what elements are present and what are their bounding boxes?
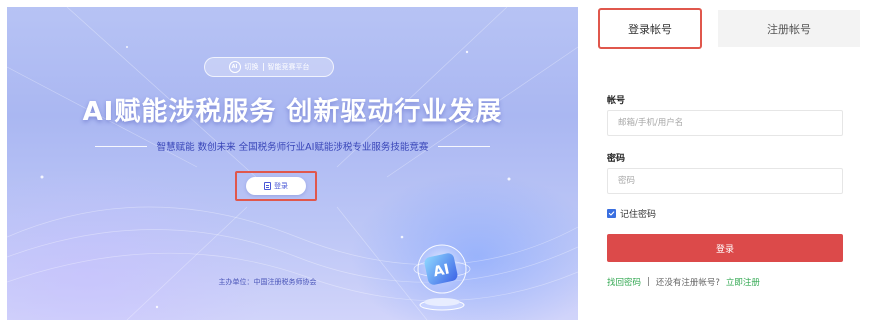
banner-subtitle: 智慧赋能 数创未来 全国税务师行业AI赋能涉税专业服务技能竞赛 [156,142,429,153]
switch-label: 切换 [244,63,259,71]
hero-banner: AI 切换 智能竞赛平台 AI赋能涉税服务 创新驱动行业发展 智慧赋能 数创未来… [7,7,578,320]
banner-decoration [7,7,578,320]
register-now-link[interactable]: 立即注册 [726,276,760,288]
remember-password-row[interactable]: 记住密码 [607,207,656,220]
account-input[interactable] [607,110,843,136]
check-icon [608,211,615,216]
remember-label: 记住密码 [620,210,657,220]
tab-register-account[interactable]: 注册帐号 [718,10,860,47]
login-submit-label: 登录 [715,243,734,254]
remember-checkbox[interactable] [607,209,616,218]
ai-globe-badge-icon: AI [413,244,471,311]
tab-register-label: 注册帐号 [767,22,811,36]
links-separator: | [647,277,650,287]
login-doc-icon [264,182,271,190]
platform-switch-pill[interactable]: AI 切换 智能竞赛平台 [204,57,334,77]
banner-login-label: 登录 [274,182,288,190]
subtitle-left-line [94,145,147,147]
platform-label: 智能竞赛平台 [267,63,310,71]
password-label: 密码 [607,154,626,164]
tab-login-highlight [598,8,702,49]
forgot-password-link[interactable]: 找回密码 [607,276,641,288]
no-account-text: 还没有注册帐号? [655,278,720,288]
account-label: 帐号 [607,96,626,106]
login-submit-button[interactable]: 登录 [607,234,843,262]
ai-logo-icon: AI [228,61,241,73]
password-input[interactable] [607,168,843,194]
account-links: 找回密码 | 还没有注册帐号? 立即注册 [607,276,760,288]
ai-badge-text: AI [432,261,451,280]
banner-login-button[interactable]: 登录 [246,177,306,195]
banner-title: AI赋能涉税服务 创新驱动行业发展 [82,97,503,127]
pill-divider [262,63,264,71]
banner-subtitle-row: 智慧赋能 数创未来 全国税务师行业AI赋能涉税专业服务技能竞赛 [7,139,578,153]
subtitle-right-line [438,145,491,147]
